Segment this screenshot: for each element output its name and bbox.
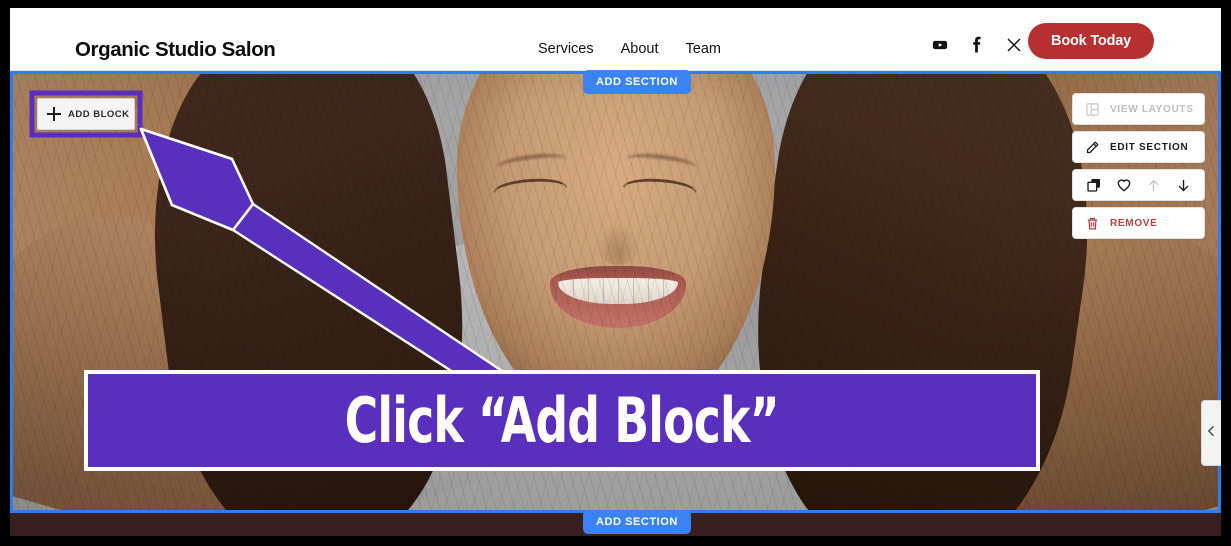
favorite-heart-icon[interactable] <box>1113 174 1135 196</box>
site-brand-logo: Organic Studio Salon <box>75 38 276 61</box>
add-block-button[interactable]: ADD BLOCK <box>37 98 135 130</box>
site-header: Organic Studio Salon Services About Team <box>10 8 1221 71</box>
add-section-top-button[interactable]: ADD SECTION <box>583 70 691 94</box>
collapse-panel-handle[interactable] <box>1201 400 1221 466</box>
book-today-button[interactable]: Book Today <box>1028 23 1154 59</box>
edit-section-label: EDIT SECTION <box>1110 141 1189 153</box>
layouts-grid-icon <box>1084 101 1100 117</box>
edit-section-button[interactable]: EDIT SECTION <box>1072 131 1205 163</box>
pencil-edit-icon <box>1084 139 1100 155</box>
section-action-row <box>1072 169 1205 201</box>
x-twitter-icon[interactable] <box>1004 35 1023 54</box>
add-block-label: ADD BLOCK <box>68 108 130 120</box>
view-layouts-label: VIEW LAYOUTS <box>1110 103 1194 115</box>
remove-label: REMOVE <box>1110 217 1158 229</box>
primary-navigation: Services About Team <box>538 41 721 57</box>
add-section-bottom-button[interactable]: ADD SECTION <box>583 510 691 534</box>
screenshot-frame: Organic Studio Salon Services About Team <box>0 0 1231 546</box>
trash-icon <box>1084 215 1100 231</box>
nav-item-about[interactable]: About <box>621 41 659 57</box>
move-down-arrow-icon[interactable] <box>1172 174 1194 196</box>
facebook-icon[interactable] <box>967 35 986 54</box>
nav-item-services[interactable]: Services <box>538 41 594 57</box>
instruction-callout-text: Click “Add Block” <box>344 383 780 457</box>
view-layouts-button[interactable]: VIEW LAYOUTS <box>1072 93 1205 125</box>
move-up-arrow-icon[interactable] <box>1142 174 1164 196</box>
chevron-left-icon <box>1205 423 1218 444</box>
duplicate-icon[interactable] <box>1083 174 1105 196</box>
plus-icon <box>47 107 61 121</box>
remove-section-button[interactable]: REMOVE <box>1072 207 1205 239</box>
youtube-icon[interactable] <box>930 35 949 54</box>
nav-item-team[interactable]: Team <box>686 41 721 57</box>
section-toolbar: VIEW LAYOUTS EDIT SECTION REMOVE <box>1072 93 1205 239</box>
social-links <box>930 35 1023 54</box>
instruction-callout: Click “Add Block” <box>84 370 1040 471</box>
